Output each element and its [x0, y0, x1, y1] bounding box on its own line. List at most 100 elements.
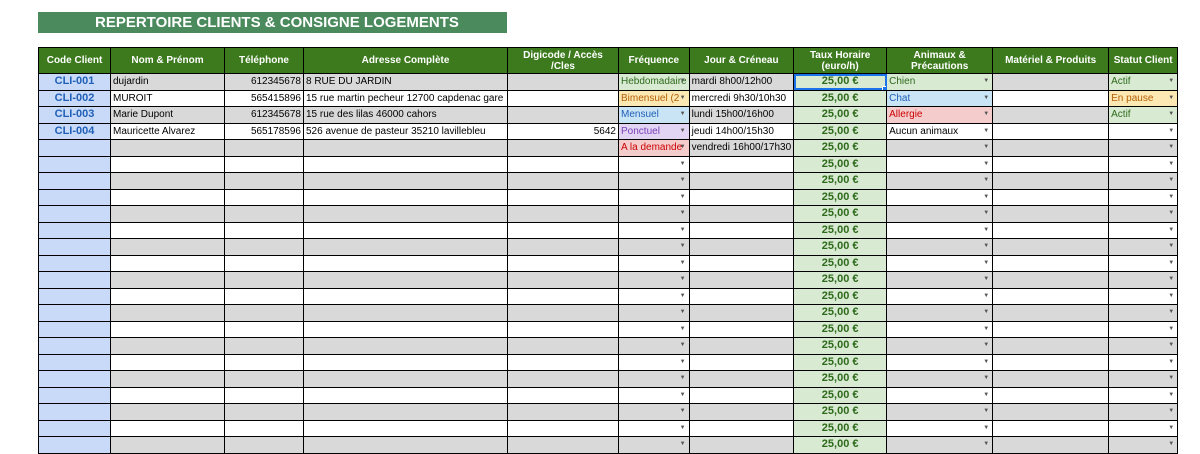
animals-dropdown[interactable]: ▼: [886, 320, 994, 338]
dropdown-arrow-icon[interactable]: ▼: [680, 140, 686, 155]
animals-dropdown[interactable]: ▼: [886, 139, 994, 157]
status-dropdown[interactable]: ▼: [1108, 386, 1179, 404]
dropdown-arrow-icon[interactable]: ▼: [680, 388, 686, 403]
schedule-cell[interactable]: lundi 15h00/16h00: [688, 106, 795, 124]
client-code-cell[interactable]: [38, 370, 111, 388]
schedule-cell[interactable]: [688, 337, 795, 355]
materials-cell[interactable]: [992, 89, 1110, 107]
animals-dropdown[interactable]: Aucun animaux ▼: [886, 122, 994, 140]
animals-dropdown[interactable]: Chien ▼: [886, 73, 994, 91]
schedule-cell[interactable]: [688, 419, 795, 437]
materials-cell[interactable]: [992, 122, 1110, 140]
phone-cell[interactable]: [224, 188, 304, 206]
dropdown-arrow-icon[interactable]: ▼: [1168, 157, 1174, 172]
dropdown-arrow-icon[interactable]: ▼: [1168, 404, 1174, 419]
address-cell[interactable]: [303, 436, 508, 454]
phone-cell[interactable]: [224, 370, 304, 388]
frequency-dropdown[interactable]: ▼: [618, 221, 690, 239]
dropdown-arrow-icon[interactable]: ▼: [680, 272, 686, 287]
materials-cell[interactable]: [992, 271, 1110, 289]
address-cell[interactable]: 15 rue des lilas 46000 cahors: [303, 106, 508, 124]
schedule-cell[interactable]: [688, 287, 795, 305]
dropdown-arrow-icon[interactable]: ▼: [983, 421, 989, 436]
dropdown-arrow-icon[interactable]: ▼: [983, 289, 989, 304]
header-jour-creneau[interactable]: Jour & Créneau: [688, 47, 795, 74]
phone-cell[interactable]: [224, 403, 304, 421]
header-digicode[interactable]: Digicode / Accès /Cles: [507, 47, 619, 74]
address-cell[interactable]: [303, 188, 508, 206]
client-name-cell[interactable]: [110, 353, 225, 371]
status-dropdown[interactable]: ▼: [1108, 139, 1179, 157]
dropdown-arrow-icon[interactable]: ▼: [680, 256, 686, 271]
header-adresse[interactable]: Adresse Complète: [303, 47, 508, 74]
materials-cell[interactable]: [992, 287, 1110, 305]
phone-cell[interactable]: 612345678: [224, 106, 304, 124]
header-statut[interactable]: Statut Client: [1108, 47, 1179, 74]
materials-cell[interactable]: [992, 320, 1110, 338]
animals-dropdown[interactable]: ▼: [886, 353, 994, 371]
materials-cell[interactable]: [992, 205, 1110, 223]
hourly-rate-cell[interactable]: 25,00 €: [793, 172, 888, 190]
phone-cell[interactable]: [224, 155, 304, 173]
dropdown-arrow-icon[interactable]: ▼: [1168, 223, 1174, 238]
dropdown-arrow-icon[interactable]: ▼: [1168, 371, 1174, 386]
address-cell[interactable]: [303, 320, 508, 338]
dropdown-arrow-icon[interactable]: ▼: [1168, 355, 1174, 370]
dropdown-arrow-icon[interactable]: ▼: [983, 74, 989, 89]
client-code-cell[interactable]: [38, 238, 111, 256]
dropdown-arrow-icon[interactable]: ▼: [1168, 305, 1174, 320]
hourly-rate-cell[interactable]: 25,00 €: [793, 403, 888, 421]
client-code-cell[interactable]: [38, 419, 111, 437]
status-dropdown[interactable]: ▼: [1108, 419, 1179, 437]
schedule-cell[interactable]: [688, 221, 795, 239]
frequency-dropdown[interactable]: A la demande ▼: [618, 139, 690, 157]
address-cell[interactable]: [303, 370, 508, 388]
hourly-rate-cell[interactable]: 25,00 €: [793, 386, 888, 404]
animals-dropdown[interactable]: ▼: [886, 337, 994, 355]
dropdown-arrow-icon[interactable]: ▼: [680, 157, 686, 172]
dropdown-arrow-icon[interactable]: ▼: [680, 74, 686, 89]
status-dropdown[interactable]: ▼: [1108, 122, 1179, 140]
digicode-cell[interactable]: [507, 320, 619, 338]
hourly-rate-cell[interactable]: 25,00 €: [793, 89, 888, 107]
dropdown-arrow-icon[interactable]: ▼: [1168, 338, 1174, 353]
status-dropdown[interactable]: ▼: [1108, 221, 1179, 239]
client-code-cell[interactable]: CLI-004: [38, 122, 111, 140]
digicode-cell[interactable]: [507, 337, 619, 355]
hourly-rate-cell[interactable]: 25,00 €: [793, 254, 888, 272]
schedule-cell[interactable]: jeudi 14h00/15h30: [688, 122, 795, 140]
status-dropdown[interactable]: ▼: [1108, 188, 1179, 206]
dropdown-arrow-icon[interactable]: ▼: [983, 404, 989, 419]
client-code-cell[interactable]: [38, 287, 111, 305]
materials-cell[interactable]: [992, 106, 1110, 124]
address-cell[interactable]: 526 avenue de pasteur 35210 lavillebleu: [303, 122, 508, 140]
phone-cell[interactable]: [224, 436, 304, 454]
address-cell[interactable]: [303, 353, 508, 371]
dropdown-arrow-icon[interactable]: ▼: [680, 206, 686, 221]
materials-cell[interactable]: [992, 353, 1110, 371]
schedule-cell[interactable]: [688, 436, 795, 454]
status-dropdown[interactable]: ▼: [1108, 337, 1179, 355]
schedule-cell[interactable]: [688, 188, 795, 206]
schedule-cell[interactable]: [688, 304, 795, 322]
animals-dropdown[interactable]: Allergie ▼: [886, 106, 994, 124]
hourly-rate-cell[interactable]: 25,00 €: [793, 419, 888, 437]
status-dropdown[interactable]: ▼: [1108, 353, 1179, 371]
address-cell[interactable]: [303, 337, 508, 355]
materials-cell[interactable]: [992, 419, 1110, 437]
frequency-dropdown[interactable]: ▼: [618, 403, 690, 421]
animals-dropdown[interactable]: ▼: [886, 386, 994, 404]
dropdown-arrow-icon[interactable]: ▼: [983, 107, 989, 122]
address-cell[interactable]: [303, 238, 508, 256]
header-telephone[interactable]: Téléphone: [224, 47, 304, 74]
materials-cell[interactable]: [992, 304, 1110, 322]
frequency-dropdown[interactable]: ▼: [618, 370, 690, 388]
animals-dropdown[interactable]: ▼: [886, 287, 994, 305]
dropdown-arrow-icon[interactable]: ▼: [1168, 421, 1174, 436]
animals-dropdown[interactable]: ▼: [886, 221, 994, 239]
client-name-cell[interactable]: [110, 139, 225, 157]
schedule-cell[interactable]: [688, 320, 795, 338]
materials-cell[interactable]: [992, 73, 1110, 91]
hourly-rate-cell[interactable]: 25,00 €: [793, 221, 888, 239]
dropdown-arrow-icon[interactable]: ▼: [983, 371, 989, 386]
